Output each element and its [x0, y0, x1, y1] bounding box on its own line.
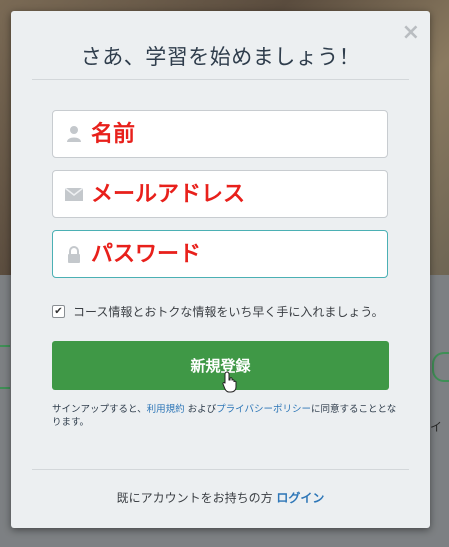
- name-field[interactable]: [52, 110, 388, 158]
- hand-cursor-icon: [222, 371, 238, 393]
- background-decoration: [0, 345, 10, 389]
- email-field[interactable]: [52, 170, 388, 218]
- divider: [32, 79, 409, 80]
- newsletter-label: コース情報とおトクな情報をいち早く手に入れましょう。: [73, 305, 384, 319]
- terms-and: および: [184, 404, 217, 415]
- login-prompt-text: 既にアカウントをお持ちの方: [116, 491, 277, 505]
- password-input[interactable]: [91, 239, 371, 269]
- login-prompt: 既にアカウントをお持ちの方 ログイン: [11, 489, 430, 506]
- password-field[interactable]: [52, 230, 388, 278]
- terms-of-use-link[interactable]: 利用規約: [147, 404, 185, 415]
- close-icon[interactable]: ×: [402, 22, 420, 44]
- login-link[interactable]: ログイン: [276, 491, 324, 505]
- envelope-icon: [65, 185, 83, 203]
- terms-notice: サインアップすると、利用規約 およびプライバシーポリシーに同意することとなります…: [52, 403, 397, 429]
- name-input[interactable]: [91, 119, 371, 149]
- divider: [32, 469, 409, 470]
- email-input[interactable]: [91, 179, 371, 209]
- modal-title: さあ、学習を始めましょう！: [80, 45, 361, 69]
- terms-prefix: サインアップすると、: [52, 404, 147, 415]
- newsletter-option[interactable]: ✔ コース情報とおトクな情報をいち早く手に入れましょう。: [52, 303, 384, 320]
- user-icon: [65, 125, 83, 143]
- background-text: イ: [430, 420, 443, 434]
- privacy-policy-link[interactable]: プライバシーポリシー: [216, 404, 311, 415]
- signup-modal: × さあ、学習を始めましょう！ ✔ コース: [11, 11, 430, 528]
- signup-button[interactable]: 新規登録: [52, 341, 389, 390]
- newsletter-checkbox[interactable]: ✔: [52, 305, 65, 318]
- lock-icon: [65, 245, 83, 263]
- background-icon: [432, 352, 449, 382]
